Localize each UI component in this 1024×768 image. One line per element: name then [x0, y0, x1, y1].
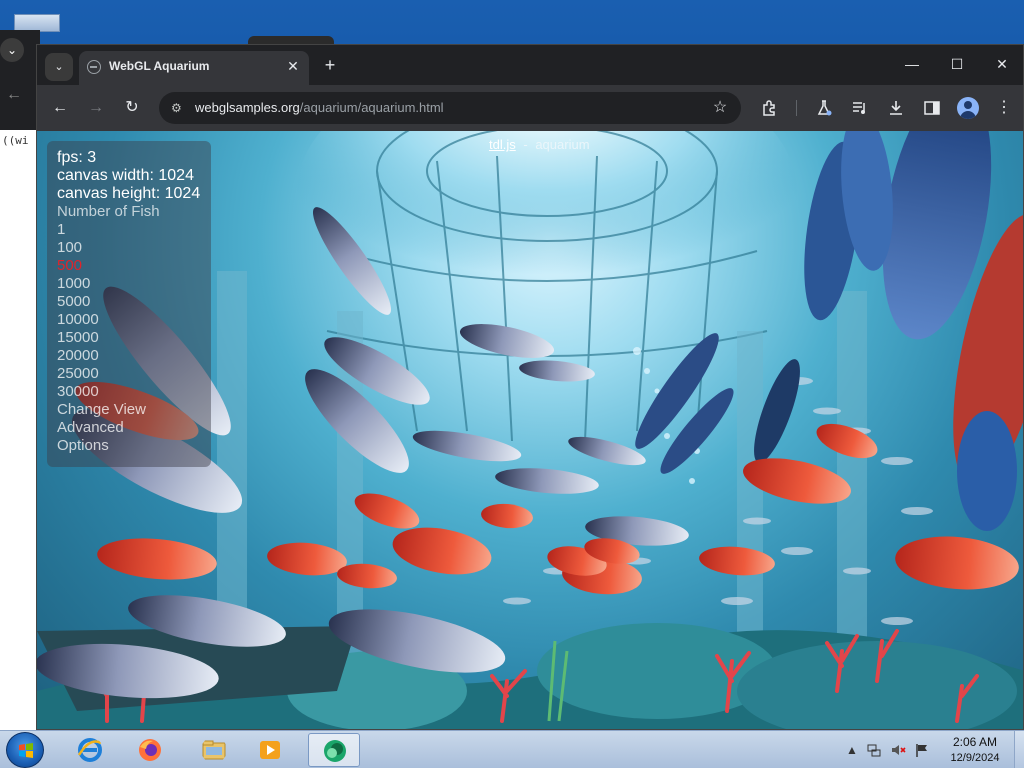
- fish-option-500[interactable]: 500: [57, 257, 211, 275]
- media-control-icon[interactable]: [847, 95, 873, 121]
- bookmark-star-icon[interactable]: ☆: [709, 97, 731, 119]
- fish-option-20000[interactable]: 20000: [57, 347, 211, 365]
- menu-kebab-icon[interactable]: ⋮: [991, 95, 1017, 121]
- clock-time: 2:06 AM: [952, 735, 998, 749]
- url-text[interactable]: webglsamples.org/aquarium/aquarium.html: [195, 100, 444, 115]
- clock-date: 12/9/2024: [950, 752, 1000, 764]
- download-icon[interactable]: [883, 95, 909, 121]
- forward-button[interactable]: →: [83, 95, 109, 121]
- minimize-button[interactable]: —: [895, 51, 929, 77]
- browser-window: ⌄ WebGL Aquarium ✕ + — ☐ ✕ ← → ↻ ⚙ webgl…: [36, 44, 1024, 730]
- taskbar-active-app[interactable]: [308, 733, 360, 767]
- fish-option-100[interactable]: 100: [57, 239, 211, 257]
- canvas-height-readout: canvas height: 1024: [57, 185, 201, 202]
- system-clock[interactable]: 2:06 AM 12/9/2024: [940, 734, 1010, 766]
- fish-option-25000[interactable]: 25000: [57, 365, 211, 383]
- page-title: aquarium: [535, 137, 590, 152]
- windows-logo-icon: [19, 743, 33, 758]
- reload-button[interactable]: ↻: [119, 95, 145, 121]
- change-view-button[interactable]: Change View: [57, 401, 211, 419]
- maximize-button[interactable]: ☐: [940, 51, 974, 77]
- number-of-fish-header[interactable]: Number of Fish: [57, 203, 211, 221]
- close-window-button[interactable]: ✕: [985, 51, 1019, 77]
- fish-option-10000[interactable]: 10000: [57, 311, 211, 329]
- tdl-link[interactable]: tdl.js: [489, 137, 516, 152]
- show-desktop-button[interactable]: [1014, 731, 1024, 768]
- canvas-width-readout: canvas width: 1024: [57, 167, 194, 184]
- globe-icon: [87, 60, 101, 74]
- aquarium-canvas[interactable]: tdl.js - aquarium fps: 3 canvas width: 1…: [37, 131, 1023, 729]
- taskbar-firefox[interactable]: [124, 733, 176, 767]
- background-back-icon[interactable]: ←: [6, 86, 22, 104]
- page-header: tdl.js - aquarium: [489, 137, 590, 152]
- tab-close-icon[interactable]: ✕: [283, 56, 303, 76]
- taskbar: ▲ 2:06 AM 12/9/2024: [0, 730, 1024, 768]
- site-info-icon[interactable]: ⚙: [171, 100, 187, 116]
- action-center-flag-icon[interactable]: [914, 742, 930, 758]
- fish-option-15000[interactable]: 15000: [57, 329, 211, 347]
- fish-option-1000[interactable]: 1000: [57, 275, 211, 293]
- network-icon[interactable]: [866, 742, 882, 758]
- background-code-text: ((wi: [2, 134, 29, 147]
- labs-flask-icon[interactable]: [811, 95, 837, 121]
- media-player-icon: [260, 741, 280, 759]
- options-button[interactable]: Options: [57, 437, 211, 455]
- tab-strip: ⌄ WebGL Aquarium ✕ + — ☐ ✕: [37, 45, 1023, 85]
- browser-toolbar: ← → ↻ ⚙ webglsamples.org/aquarium/aquari…: [37, 85, 1023, 131]
- firefox-icon: [139, 739, 161, 761]
- toolbar-separator: [796, 100, 797, 116]
- start-button[interactable]: [6, 732, 44, 768]
- tab-title: WebGL Aquarium: [109, 59, 210, 73]
- show-hidden-icons-button[interactable]: ▲: [844, 742, 860, 758]
- address-bar[interactable]: ⚙ webglsamples.org/aquarium/aquarium.htm…: [159, 92, 741, 124]
- tab-webgl-aquarium[interactable]: WebGL Aquarium ✕: [79, 51, 309, 85]
- taskbar-media-player[interactable]: [244, 733, 296, 767]
- fish-option-5000[interactable]: 5000: [57, 293, 211, 311]
- internet-explorer-icon: [77, 738, 102, 762]
- app-icon: [324, 740, 346, 762]
- fish-option-30000[interactable]: 30000: [57, 383, 211, 401]
- back-button[interactable]: ←: [47, 95, 73, 121]
- taskbar-windows-explorer[interactable]: [188, 733, 240, 767]
- background-browser-window[interactable]: ⌄ ← ((wi: [0, 30, 40, 730]
- header-separator: -: [523, 137, 528, 152]
- new-tab-button[interactable]: +: [319, 54, 341, 76]
- extensions-icon[interactable]: [757, 95, 783, 121]
- volume-muted-icon[interactable]: [890, 742, 906, 758]
- taskbar-internet-explorer[interactable]: [64, 733, 116, 767]
- background-tab-search-icon[interactable]: ⌄: [0, 38, 24, 62]
- aquarium-control-panel: fps: 3 canvas width: 1024 canvas height:…: [47, 141, 211, 467]
- fps-readout: fps: 3: [57, 149, 97, 166]
- side-panel-icon[interactable]: [919, 95, 945, 121]
- advanced-button[interactable]: Advanced: [57, 419, 211, 437]
- fish-option-1[interactable]: 1: [57, 221, 211, 239]
- tab-search-icon[interactable]: ⌄: [45, 53, 73, 81]
- folder-icon: [202, 740, 226, 760]
- profile-avatar-icon[interactable]: [957, 97, 979, 119]
